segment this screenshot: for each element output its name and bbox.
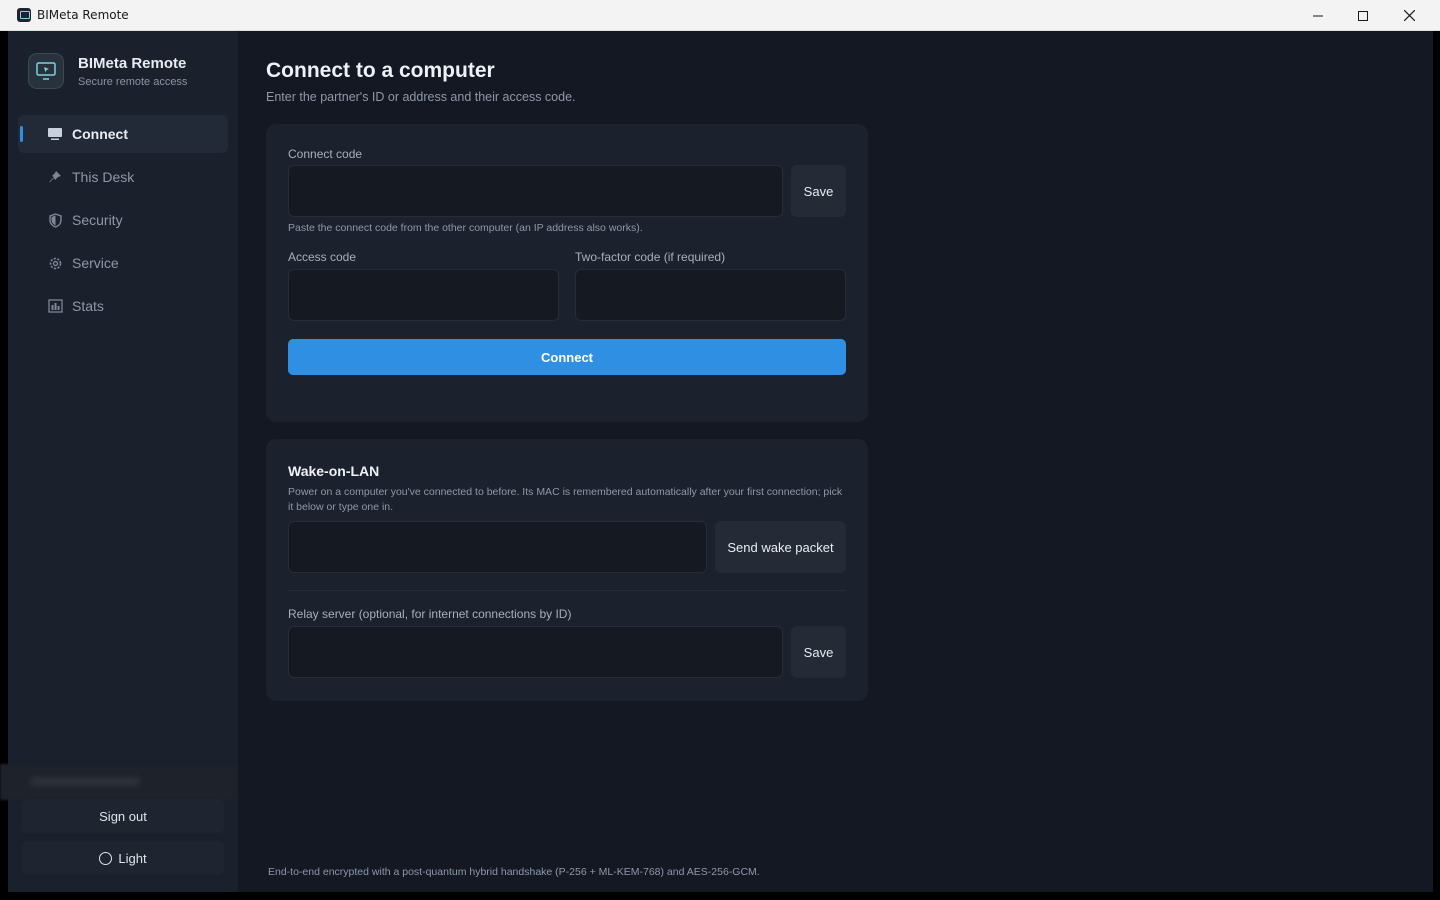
save-relay-button[interactable]: Save — [791, 626, 846, 678]
brand-subtitle: Secure remote access — [78, 76, 188, 88]
sidebar-item-label: This Desk — [72, 169, 135, 185]
minimize-icon — [1313, 15, 1323, 16]
sidebar-item-label: Stats — [72, 298, 104, 314]
app-window: BIMeta Remote Secure remote access Conne… — [0, 31, 1433, 892]
brand-name: BIMeta Remote — [78, 55, 187, 72]
page-subtitle: Enter the partner's ID or address and th… — [266, 90, 576, 104]
divider — [288, 590, 846, 591]
monitor-icon — [46, 125, 64, 143]
wake-on-lan-title: Wake-on-LAN — [288, 463, 380, 479]
app-icon — [17, 8, 31, 22]
encryption-footer-note: End-to-end encrypted with a post-quantum… — [268, 866, 760, 878]
wake-on-lan-description: Power on a computer you've connected to … — [288, 486, 843, 513]
user-account-blurred — [0, 764, 238, 800]
window-title: BIMeta Remote — [37, 8, 129, 22]
maximize-icon — [1358, 10, 1368, 21]
sidebar-item-label: Service — [72, 255, 119, 271]
access-code-input[interactable] — [288, 269, 559, 321]
sign-out-button[interactable]: Sign out — [22, 799, 224, 833]
theme-toggle-button[interactable]: Light — [22, 841, 224, 875]
page-title: Connect to a computer — [266, 59, 495, 82]
connect-code-label: Connect code — [288, 147, 363, 161]
theme-circle-icon — [99, 851, 113, 865]
minimize-button[interactable] — [1295, 0, 1341, 31]
sidebar-item-this-desk[interactable]: This Desk — [18, 158, 228, 196]
maximize-button[interactable] — [1340, 0, 1386, 31]
sidebar-nav: Connect This Desk Security Service Stats — [18, 115, 228, 330]
gear-icon — [46, 254, 64, 272]
connect-button[interactable]: Connect — [288, 339, 846, 375]
mac-address-input[interactable] — [288, 521, 707, 573]
close-icon — [1403, 10, 1415, 21]
sidebar-item-stats[interactable]: Stats — [18, 287, 228, 325]
connect-card: Connect code Save Paste the connect code… — [266, 124, 868, 422]
send-wake-packet-button[interactable]: Send wake packet — [715, 521, 846, 573]
save-connect-code-button[interactable]: Save — [791, 165, 846, 217]
title-bar: BIMeta Remote — [0, 0, 1440, 31]
brand-logo-icon — [28, 53, 64, 89]
sidebar-item-security[interactable]: Security — [18, 201, 228, 239]
wake-on-lan-card: Wake-on-LAN Power on a computer you've c… — [266, 439, 868, 701]
relay-server-label: Relay server (optional, for internet con… — [288, 607, 572, 621]
two-factor-input[interactable] — [575, 269, 846, 321]
pin-icon — [46, 168, 64, 186]
sidebar-item-connect[interactable]: Connect — [18, 115, 228, 153]
access-code-label: Access code — [288, 250, 357, 264]
sidebar-item-service[interactable]: Service — [18, 244, 228, 282]
two-factor-label: Two-factor code (if required) — [575, 250, 726, 264]
bar-chart-icon — [46, 297, 64, 315]
sidebar: BIMeta Remote Secure remote access Conne… — [0, 31, 238, 892]
redacted-user-name — [30, 777, 140, 786]
connect-code-hint: Paste the connect code from the other co… — [288, 222, 643, 234]
sidebar-item-label: Connect — [72, 126, 128, 142]
shield-icon — [46, 211, 64, 229]
relay-server-input[interactable] — [288, 626, 783, 678]
sidebar-item-label: Security — [72, 212, 123, 228]
connect-code-input[interactable] — [288, 165, 783, 217]
close-button[interactable] — [1386, 0, 1432, 31]
theme-toggle-label: Light — [118, 850, 147, 866]
